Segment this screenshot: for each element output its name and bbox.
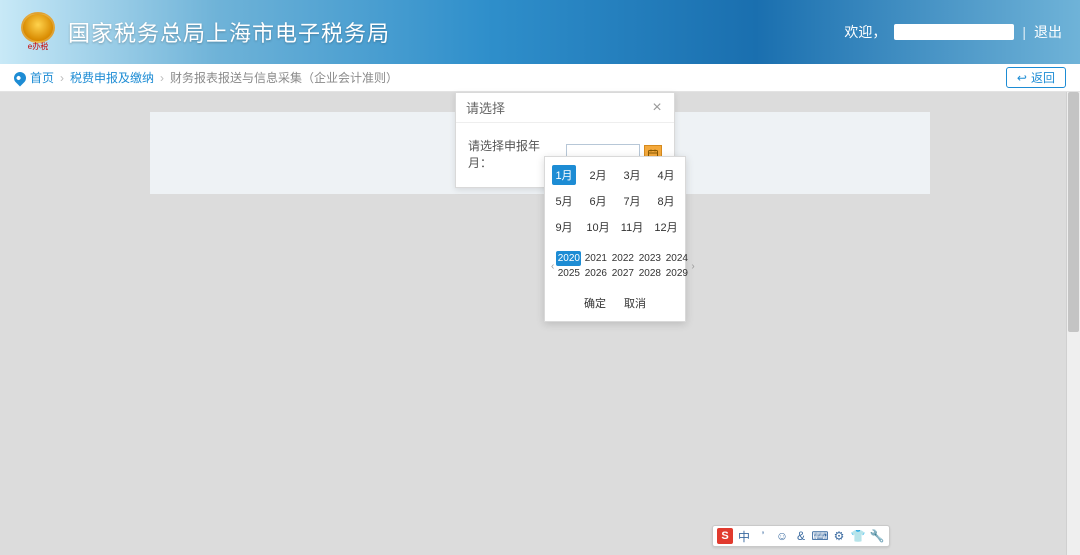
- logo: e办税: [18, 12, 58, 52]
- crumb-section[interactable]: 税费申报及缴纳: [70, 69, 154, 86]
- month-cell[interactable]: 9月: [552, 217, 576, 237]
- year-cell[interactable]: 2028: [637, 266, 662, 281]
- back-button[interactable]: ↩ 返回: [1006, 67, 1066, 88]
- month-cell[interactable]: 2月: [586, 165, 610, 185]
- ime-settings-icon[interactable]: ⚙: [831, 528, 847, 544]
- back-label: 返回: [1031, 69, 1055, 86]
- location-icon: [12, 69, 29, 86]
- month-cell[interactable]: 6月: [586, 191, 610, 211]
- month-cell[interactable]: 3月: [620, 165, 644, 185]
- main-area: 请选择 × 请选择申报年月： 1月 2月 3月 4月 5月 6月: [0, 92, 1080, 555]
- ime-punct-icon[interactable]: ’: [755, 528, 771, 544]
- header-right: 欢迎， | 退出: [844, 22, 1062, 42]
- month-cell[interactable]: 7月: [620, 191, 644, 211]
- welcome-label: 欢迎，: [844, 22, 886, 42]
- date-picker: 1月 2月 3月 4月 5月 6月 7月 8月 9月 10月 11月 12月 ‹: [544, 156, 686, 322]
- ime-tools-icon[interactable]: 🔧: [869, 528, 885, 544]
- ime-toolbar[interactable]: S 中 ’ ☺ & ⌨ ⚙ 👕 🔧: [712, 525, 890, 547]
- ime-voice-icon[interactable]: &: [793, 528, 809, 544]
- scrollbar-thumb[interactable]: [1068, 92, 1079, 332]
- month-grid: 1月 2月 3月 4月 5月 6月 7月 8月 9月 10月 11月 12月: [551, 165, 679, 237]
- month-cell[interactable]: 11月: [620, 217, 644, 237]
- close-icon[interactable]: ×: [650, 101, 664, 115]
- ime-skin-icon[interactable]: 👕: [850, 528, 866, 544]
- header: e办税 国家税务总局上海市电子税务局 欢迎， | 退出: [0, 0, 1080, 64]
- user-name-placeholder: [894, 24, 1014, 40]
- ime-keyboard-icon[interactable]: ⌨: [812, 528, 828, 544]
- year-cell[interactable]: 2023: [637, 251, 662, 266]
- year-cell[interactable]: 2025: [556, 266, 581, 281]
- crumb-sep: ›: [160, 71, 164, 85]
- year-cell[interactable]: 2027: [610, 266, 635, 281]
- modal-header: 请选择 ×: [456, 93, 674, 123]
- year-cell[interactable]: 2022: [610, 251, 635, 266]
- chevron-right-icon[interactable]: ›: [691, 261, 694, 272]
- year-cell[interactable]: 2021: [583, 251, 608, 266]
- scrollbar[interactable]: [1066, 92, 1080, 555]
- logo-subtext: e办税: [28, 41, 48, 52]
- year-cell[interactable]: 2026: [583, 266, 608, 281]
- crumb-current: 财务报表报送与信息采集（企业会计准则）: [170, 69, 398, 86]
- ime-mode-icon[interactable]: 中: [736, 528, 752, 544]
- month-cell[interactable]: 10月: [586, 217, 610, 237]
- year-selector: ‹ 2020 2021 2022 2023 2024 2025 2026 202…: [551, 251, 679, 281]
- month-cell[interactable]: 5月: [552, 191, 576, 211]
- breadcrumb: 首页 › 税费申报及缴纳 › 财务报表报送与信息采集（企业会计准则） ↩ 返回: [0, 64, 1080, 92]
- month-cell[interactable]: 12月: [654, 217, 678, 237]
- cancel-button[interactable]: 取消: [624, 295, 646, 311]
- divider: |: [1022, 24, 1026, 40]
- year-cell[interactable]: 2020: [556, 251, 581, 266]
- confirm-button[interactable]: 确定: [584, 295, 606, 311]
- emblem-icon: [21, 12, 55, 43]
- month-cell[interactable]: 4月: [654, 165, 678, 185]
- modal-title: 请选择: [466, 98, 505, 117]
- crumb-sep: ›: [60, 71, 64, 85]
- picker-actions: 确定 取消: [551, 295, 679, 311]
- crumb-home[interactable]: 首页: [30, 69, 54, 86]
- logout-link[interactable]: 退出: [1034, 22, 1062, 42]
- month-cell[interactable]: 1月: [552, 165, 576, 185]
- site-title: 国家税务总局上海市电子税务局: [68, 16, 390, 48]
- chevron-left-icon[interactable]: ‹: [551, 261, 554, 272]
- back-arrow-icon: ↩: [1017, 71, 1027, 85]
- month-cell[interactable]: 8月: [654, 191, 678, 211]
- sogou-logo-icon[interactable]: S: [717, 528, 733, 544]
- ime-emoji-icon[interactable]: ☺: [774, 528, 790, 544]
- year-grid: 2020 2021 2022 2023 2024 2025 2026 2027 …: [556, 251, 689, 281]
- year-cell[interactable]: 2024: [664, 251, 689, 266]
- year-cell[interactable]: 2029: [664, 266, 689, 281]
